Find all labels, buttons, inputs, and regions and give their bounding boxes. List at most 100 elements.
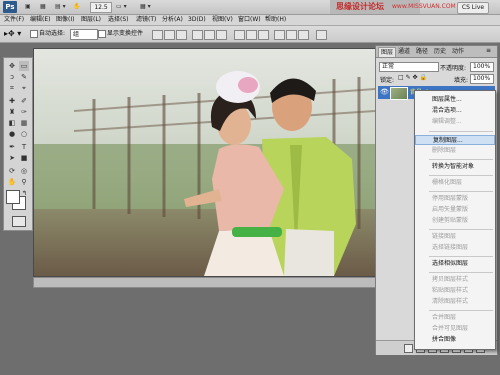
menu-item-disable-layer-mask[interactable]: 停用图层蒙版: [415, 194, 495, 204]
align-bottom-icon[interactable]: [176, 30, 187, 40]
tab-actions[interactable]: 动作: [450, 47, 466, 56]
shape-tool-icon[interactable]: ■: [19, 153, 29, 163]
distribute-bottom-icon[interactable]: [258, 30, 269, 40]
crop-tool-icon[interactable]: ⌗: [7, 83, 17, 93]
eraser-tool-icon[interactable]: ◧: [7, 118, 17, 128]
type-tool-icon[interactable]: T: [19, 142, 29, 152]
zoom-tool-icon[interactable]: ⚲: [19, 177, 29, 187]
dodge-tool-icon[interactable]: ○: [19, 129, 29, 139]
menu-item-clear-layer-style[interactable]: 清除图层样式: [415, 297, 495, 307]
screen-mode-icon[interactable]: ▭ ▾: [116, 1, 127, 12]
gradient-tool-icon[interactable]: ▦: [19, 118, 29, 128]
tab-paths[interactable]: 路径: [414, 47, 430, 56]
eyedropper-icon[interactable]: ⌖: [19, 83, 29, 93]
auto-select-dropdown[interactable]: 组: [70, 29, 98, 40]
watermark-url: www.MISSVUAN.COM: [392, 3, 456, 10]
3d-rotate-icon[interactable]: ⟳: [7, 166, 17, 176]
quick-mask-icon[interactable]: [12, 216, 26, 227]
distribute-hcenter-icon[interactable]: [286, 30, 297, 40]
distribute-vcenter-icon[interactable]: [246, 30, 257, 40]
fill-label: 填充:: [454, 77, 469, 84]
bridge-icon[interactable]: ▣: [25, 1, 31, 12]
menu-select[interactable]: 选择(S): [108, 15, 129, 25]
menu-help[interactable]: 帮助(H): [265, 15, 286, 25]
auto-select-checkbox[interactable]: [30, 30, 38, 38]
tab-channels[interactable]: 通道: [396, 47, 412, 56]
menu-edit[interactable]: 编辑(E): [30, 15, 50, 25]
menu-window[interactable]: 窗口(W): [238, 15, 261, 25]
menu-layer[interactable]: 图层(L): [81, 15, 101, 25]
fill-input[interactable]: 100%: [470, 74, 494, 84]
history-brush-icon[interactable]: ✑: [19, 107, 29, 117]
menu-item-select-similar-layers[interactable]: 选择相似图层: [415, 259, 495, 269]
align-vcenter-icon[interactable]: [164, 30, 175, 40]
lasso-tool-icon[interactable]: ↄ: [7, 72, 17, 82]
menu-item-edit-adjustment[interactable]: 编辑调整...: [415, 117, 495, 127]
distribute-top-icon[interactable]: [234, 30, 245, 40]
3d-camera-icon[interactable]: ◎: [19, 166, 29, 176]
lock-icons[interactable]: □ ✎ ✥ 🔒: [398, 74, 427, 81]
menu-3d[interactable]: 3D(D): [188, 15, 206, 25]
menu-image[interactable]: 图像(I): [56, 15, 74, 25]
cs-live-button[interactable]: CS Live: [457, 2, 489, 14]
menu-view[interactable]: 视图(V): [212, 15, 233, 25]
distribute-right-icon[interactable]: [298, 30, 309, 40]
menu-item-paste-layer-style[interactable]: 粘贴图层样式: [415, 286, 495, 296]
mini-bridge-icon[interactable]: ▦: [40, 1, 46, 12]
zoom-level[interactable]: 12.5: [90, 2, 112, 13]
menu-item-duplicate-layer[interactable]: 复制图层...: [415, 135, 495, 145]
menu-item-convert-smart-object[interactable]: 转换为智能对象: [415, 162, 495, 172]
blur-tool-icon[interactable]: ●: [7, 129, 17, 139]
show-transform-checkbox[interactable]: [98, 30, 106, 38]
menu-item-delete-layer[interactable]: 删除图层: [415, 146, 495, 156]
panel-menu-icon[interactable]: ≡: [486, 47, 491, 54]
marquee-tool-icon[interactable]: ▭: [19, 61, 29, 71]
menu-item-rasterize-layer[interactable]: 栅格化图层: [415, 178, 495, 188]
brush-tool-icon[interactable]: ✐: [19, 96, 29, 106]
menu-item-enable-vector-mask[interactable]: 启用矢量蒙版: [415, 205, 495, 215]
menu-item-merge-layers[interactable]: 合并图层: [415, 313, 495, 323]
align-left-icon[interactable]: [192, 30, 203, 40]
tab-layers[interactable]: 图层: [378, 47, 397, 57]
hand-view-icon[interactable]: ✋: [73, 1, 80, 12]
auto-align-icon[interactable]: [316, 30, 327, 40]
pen-tool-icon[interactable]: ✒: [7, 142, 17, 152]
menu-item-layer-properties[interactable]: 图层属性...: [415, 95, 495, 105]
align-right-icon[interactable]: [216, 30, 227, 40]
menu-item-select-linked-layers[interactable]: 选择链接图层: [415, 243, 495, 253]
align-hcenter-icon[interactable]: [204, 30, 215, 40]
path-select-icon[interactable]: ➤: [7, 153, 17, 163]
menu-analysis[interactable]: 分析(A): [162, 15, 183, 25]
options-bar: ▸✥ ▾ 自动选择: 组 显示变换控件: [0, 26, 500, 43]
lock-label: 锁定:: [380, 77, 395, 84]
menu-separator: [429, 175, 493, 176]
opacity-input[interactable]: 100%: [470, 62, 494, 72]
menu-item-copy-layer-style[interactable]: 拷贝图层样式: [415, 275, 495, 285]
layer-thumbnail: [390, 87, 408, 100]
healing-brush-icon[interactable]: ✚: [7, 96, 17, 106]
eye-visibility-icon[interactable]: 👁: [380, 88, 389, 96]
clone-stamp-icon[interactable]: ♜: [7, 107, 17, 117]
menu-item-create-clipping-mask[interactable]: 创建剪贴蒙版: [415, 216, 495, 226]
hand-tool-icon[interactable]: ✋: [7, 177, 17, 187]
move-tool-icon[interactable]: ▸✥ ▾: [4, 29, 21, 39]
tab-history[interactable]: 历史: [432, 47, 448, 56]
menu-item-link-layers[interactable]: 链接图层: [415, 232, 495, 242]
align-top-icon[interactable]: [152, 30, 163, 40]
move-tool-icon[interactable]: ✥: [7, 61, 17, 71]
arrange-icon[interactable]: ▦ ▾: [140, 1, 151, 12]
menu-item-flatten-image[interactable]: 拼合图像: [415, 335, 495, 345]
layer-context-menu: 图层属性... 混合选项... 编辑调整... 复制图层... 删除图层 转换为…: [414, 90, 496, 350]
menu-item-blending-options[interactable]: 混合选项...: [415, 106, 495, 116]
menu-file[interactable]: 文件(F): [4, 15, 24, 25]
distribute-left-icon[interactable]: [274, 30, 285, 40]
grid-icon[interactable]: ▤ ▾: [55, 1, 66, 12]
quick-select-icon[interactable]: ✎: [19, 72, 29, 82]
foreground-color-swatch[interactable]: [6, 190, 20, 204]
document-canvas[interactable]: [33, 48, 376, 277]
link-layers-icon[interactable]: [404, 344, 413, 353]
application-bar: Ps ▣ ▦ ▤ ▾ ✋ 12.5 ▭ ▾ ▦ ▾ 思缘设计论坛 www.MIS…: [0, 0, 500, 15]
blend-mode-dropdown[interactable]: 正常: [379, 62, 439, 72]
menu-filter[interactable]: 滤镜(T): [136, 15, 156, 25]
menu-item-merge-visible[interactable]: 合并可见图层: [415, 324, 495, 334]
